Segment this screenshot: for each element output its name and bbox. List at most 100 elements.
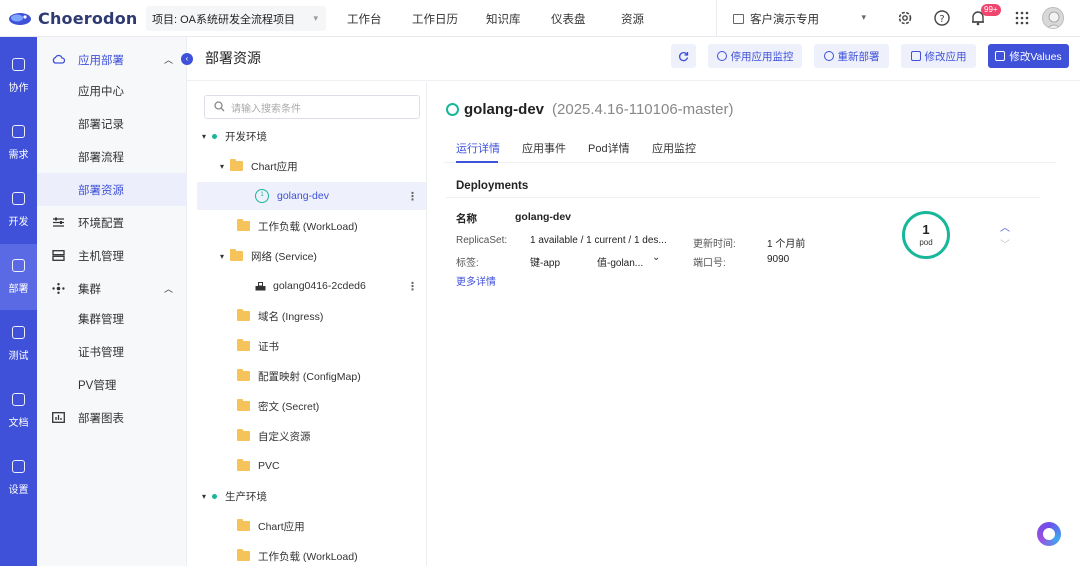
logo[interactable]: Choerodon — [0, 9, 145, 28]
tree-node-workload[interactable]: 工作负载 (WorkLoad) — [237, 212, 358, 240]
org-name: 客户演示专用 — [750, 13, 819, 26]
folder-icon — [237, 219, 250, 231]
user-avatar-icon — [1043, 8, 1063, 28]
sidebar-item-label: 应用部署 — [78, 54, 124, 67]
rail-item-settings[interactable]: 设置 — [0, 445, 37, 511]
rail-item-test[interactable]: 测试 — [0, 311, 37, 377]
nav-knowledge[interactable]: 知识库 — [486, 11, 521, 27]
assistant-float-button[interactable] — [1037, 522, 1061, 546]
tree-node-configmap[interactable]: 配置映射 (ConfigMap) — [237, 362, 361, 390]
collab-icon — [12, 58, 25, 71]
search-input[interactable]: 请输入搜索条件 — [204, 95, 420, 119]
scale-down-icon[interactable]: ﹀ — [1000, 236, 1010, 251]
chevron-down-icon: ▾ — [313, 13, 318, 23]
sidebar-item-pv-manage[interactable]: PV管理 — [37, 368, 187, 401]
field-port-key: 端口号: — [693, 258, 726, 269]
sidebar-item-deploy-chart[interactable]: 部署图表 — [37, 401, 187, 434]
tree-node-golang-dev[interactable]: 1 golang-dev ⋮ — [197, 182, 426, 210]
collapse-sidebar-button[interactable]: ‹ — [181, 53, 193, 65]
sidebar-item-cert-manage[interactable]: 证书管理 — [37, 335, 187, 368]
tree-node-cert[interactable]: 证书 — [237, 332, 279, 360]
tab-app-events[interactable]: 应用事件 — [522, 140, 566, 156]
stop-monitor-button[interactable]: 停用应用监控 — [708, 44, 802, 68]
sidebar-item-label: PV管理 — [78, 379, 117, 392]
folder-icon — [237, 309, 250, 321]
tree-node-secret[interactable]: 密文 (Secret) — [237, 392, 319, 420]
sidebar-item-app-deploy[interactable]: 应用部署 ︿ — [37, 43, 187, 76]
settings-icon — [12, 460, 25, 473]
active-tab-indicator — [456, 161, 498, 163]
tree-node-prod-env[interactable]: ▾ 生产环境 — [202, 482, 267, 510]
rail-item-develop[interactable]: 开发 — [0, 177, 37, 243]
apps-grid-icon[interactable] — [1013, 9, 1031, 27]
tab-pod-detail[interactable]: Pod详情 — [588, 140, 630, 156]
field-updated-value: 1 个月前 — [767, 239, 806, 250]
org-select[interactable]: 客户演示专用 ▾ — [716, 0, 876, 37]
redeploy-button[interactable]: 重新部署 — [814, 44, 889, 68]
button-label: 停用应用监控 — [730, 50, 794, 63]
sidebar-item-host[interactable]: 主机管理 — [37, 239, 187, 272]
more-icon[interactable]: ⋮ — [407, 280, 418, 293]
refresh-button[interactable] — [671, 44, 696, 68]
folder-icon — [237, 459, 250, 471]
edit-values-button[interactable]: 修改Values — [988, 44, 1069, 68]
more-detail-link[interactable]: 更多详情 — [456, 273, 496, 288]
folder-icon — [237, 369, 250, 381]
pod-unit: pod — [919, 238, 933, 247]
tab-app-monitor[interactable]: 应用监控 — [652, 140, 696, 156]
tree-node-prod-chart-app[interactable]: Chart应用 — [237, 512, 305, 540]
search-placeholder: 请输入搜索条件 — [231, 103, 301, 115]
label-expand-chevron-icon[interactable]: ⌄ — [652, 252, 660, 263]
help-icon[interactable]: ? — [933, 9, 951, 27]
rail-item-requirement[interactable]: 需求 — [0, 110, 37, 176]
status-dot-icon — [212, 493, 217, 499]
tree-node-ingress[interactable]: 域名 (Ingress) — [237, 302, 323, 330]
sidebar-item-deploy-record[interactable]: 部署记录 — [37, 107, 187, 140]
tab-run-detail[interactable]: 运行详情 — [456, 140, 500, 156]
caret-down-icon: ▾ — [220, 161, 225, 171]
edit-app-button[interactable]: 修改应用 — [901, 44, 976, 68]
tree-node-dev-env[interactable]: ▾ 开发环境 — [202, 122, 267, 150]
resource-tree: 请输入搜索条件 ▾ 开发环境 ▾ Chart应用 1 golang-dev ⋮ … — [197, 82, 427, 566]
folder-icon — [230, 159, 243, 171]
rail-item-deploy[interactable]: 部署 — [0, 244, 37, 310]
tree-node-golang-service[interactable]: golang0416-2cded6 ⋮ — [197, 272, 426, 300]
field-name-key: 名称 — [456, 213, 477, 225]
tree-node-label: 域名 (Ingress) — [258, 310, 324, 323]
folder-icon — [237, 549, 250, 561]
sidebar-item-cluster-manage[interactable]: 集群管理 — [37, 302, 187, 335]
code-icon — [12, 192, 25, 205]
tree-node-label: 自定义资源 — [258, 430, 311, 443]
sidebar-item-deploy-resource[interactable]: 部署资源 — [37, 173, 187, 206]
rail-item-collab[interactable]: 协作 — [0, 43, 37, 109]
sidebar-item-app-center[interactable]: 应用中心 — [37, 74, 187, 107]
detail-title: golang-dev (2025.4.16-110106-master) — [446, 101, 734, 118]
more-icon[interactable]: ⋮ — [407, 190, 418, 203]
tree-node-pvc[interactable]: PVC — [237, 452, 280, 480]
sidebar-item-cluster[interactable]: 集群 ︿ — [37, 272, 187, 305]
notification-badge: 99+ — [981, 4, 1001, 16]
tree-node-chart-app[interactable]: ▾ Chart应用 — [220, 152, 298, 180]
tree-node-label: Chart应用 — [258, 520, 305, 533]
project-select[interactable]: 项目: OA系统研发全流程项目 ▾ — [146, 6, 326, 31]
tree-node-custom-resource[interactable]: 自定义资源 — [237, 422, 311, 450]
avatar[interactable] — [1042, 7, 1064, 29]
nav-dashboard[interactable]: 仪表盘 — [551, 11, 586, 27]
tree-node-label: 开发环境 — [225, 130, 267, 143]
sidebar-item-label: 部署流程 — [78, 151, 124, 164]
rail-label: 需求 — [8, 150, 29, 161]
sidebar-item-deploy-flow[interactable]: 部署流程 — [37, 140, 187, 173]
field-replicaset-key: ReplicaSet: — [456, 235, 508, 246]
top-bar: Choerodon 项目: OA系统研发全流程项目 ▾ 工作台 工作日历 知识库… — [0, 0, 1080, 37]
nav-calendar[interactable]: 工作日历 — [412, 11, 458, 27]
gear-icon[interactable] — [896, 9, 914, 27]
tree-node-label: 工作负载 (WorkLoad) — [258, 550, 358, 563]
rail-item-docs[interactable]: 文档 — [0, 378, 37, 444]
nav-workbench[interactable]: 工作台 — [347, 11, 382, 27]
sidebar-item-env-config[interactable]: 环境配置 — [37, 206, 187, 239]
nav-resources[interactable]: 资源 — [621, 11, 644, 27]
instance-icon: 1 — [255, 189, 269, 203]
tree-node-service[interactable]: ▾ 网络 (Service) — [220, 242, 317, 270]
scale-up-icon[interactable]: ︿ — [1000, 219, 1010, 234]
field-label-key: 标签: — [456, 258, 479, 269]
